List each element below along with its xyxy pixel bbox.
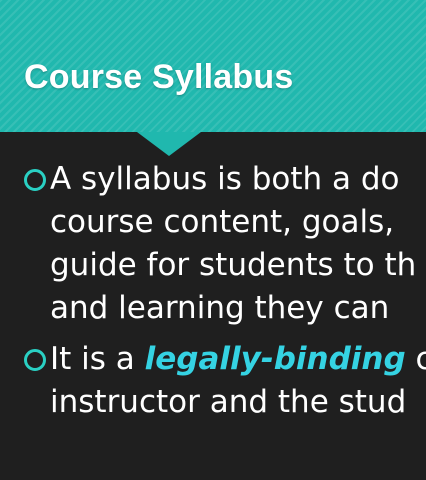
bullet-item: It is a legally-binding c instructor and… bbox=[22, 338, 426, 424]
ring-bullet-icon bbox=[24, 169, 46, 191]
bullet-line: course content, goals, bbox=[50, 204, 395, 240]
bullet-line: A syllabus is both a do bbox=[50, 161, 400, 197]
bullet-line: instructor and the stud bbox=[50, 384, 407, 420]
bullet-line: and learning they can bbox=[50, 290, 390, 326]
banner-notch bbox=[137, 132, 201, 156]
bullet-list: A syllabus is both a do course content, … bbox=[22, 158, 426, 424]
slide: Course Syllabus A syllabus is both a do … bbox=[0, 0, 426, 480]
emphasized-term: legally-binding bbox=[144, 341, 406, 377]
bullet-text: It is a bbox=[50, 341, 145, 377]
slide-title: Course Syllabus bbox=[24, 58, 294, 96]
bullet-item: A syllabus is both a do course content, … bbox=[22, 158, 426, 330]
ring-bullet-icon bbox=[24, 349, 46, 371]
bullet-line: guide for students to th bbox=[50, 247, 417, 283]
bullet-text: c bbox=[415, 341, 426, 377]
bullet-line: It is a legally-binding c bbox=[50, 338, 426, 381]
